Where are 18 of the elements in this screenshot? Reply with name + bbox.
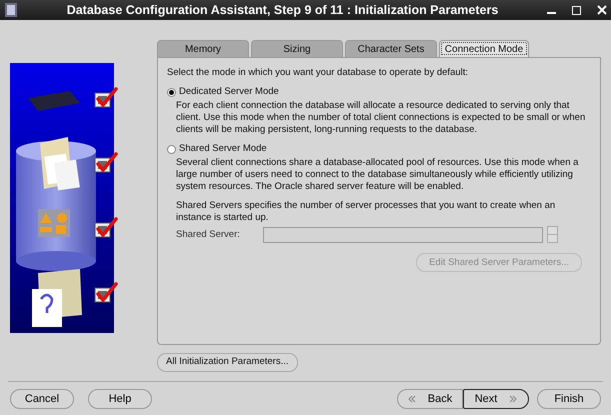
tab[interactable]: Sizing bbox=[251, 40, 343, 57]
radio-label[interactable]: Shared Server Mode bbox=[179, 143, 267, 155]
wizard-button[interactable]: Cancel bbox=[10, 389, 74, 409]
wizard-button[interactable]: Back bbox=[397, 389, 463, 409]
wizard-button[interactable]: Next bbox=[463, 389, 529, 409]
mode-description: Several client connections share a database-allocated pool of resources. Use this mode when a large number of users need to connect to the database simultaneously while efficiently utilizing system resources. The Oracle shared server feature will be enabled. bbox=[176, 157, 580, 193]
tab[interactable]: Connection Mode bbox=[439, 40, 529, 57]
wizard-button[interactable]: Finish bbox=[537, 389, 601, 409]
radio-label[interactable]: Dedicated Server Mode bbox=[179, 86, 279, 98]
tab[interactable]: Character Sets bbox=[345, 40, 437, 57]
field-label: Shared Server: bbox=[176, 228, 241, 240]
intro-text: Select the mode in which you want your database to operate by default: bbox=[167, 67, 470, 79]
mode-description: For each client connection the database will allocate a resource dedicated to serving only that client. Use this mode when the number of total client connections is expected to be small or when clients will be making persistent, long-running requests to the database. bbox=[176, 100, 586, 136]
tab[interactable]: Memory bbox=[157, 40, 249, 57]
all-parameters-button[interactable]: All Initialization Parameters... bbox=[157, 352, 298, 372]
note-text: Shared Servers specifies the number of server processes that you want to create when an instance is started up. bbox=[176, 200, 556, 224]
wizard-button[interactable]: Help bbox=[88, 389, 152, 409]
window-title: Database Configuration Assistant, Step 9 of 11 : Initialization Parameters bbox=[66, 2, 500, 19]
